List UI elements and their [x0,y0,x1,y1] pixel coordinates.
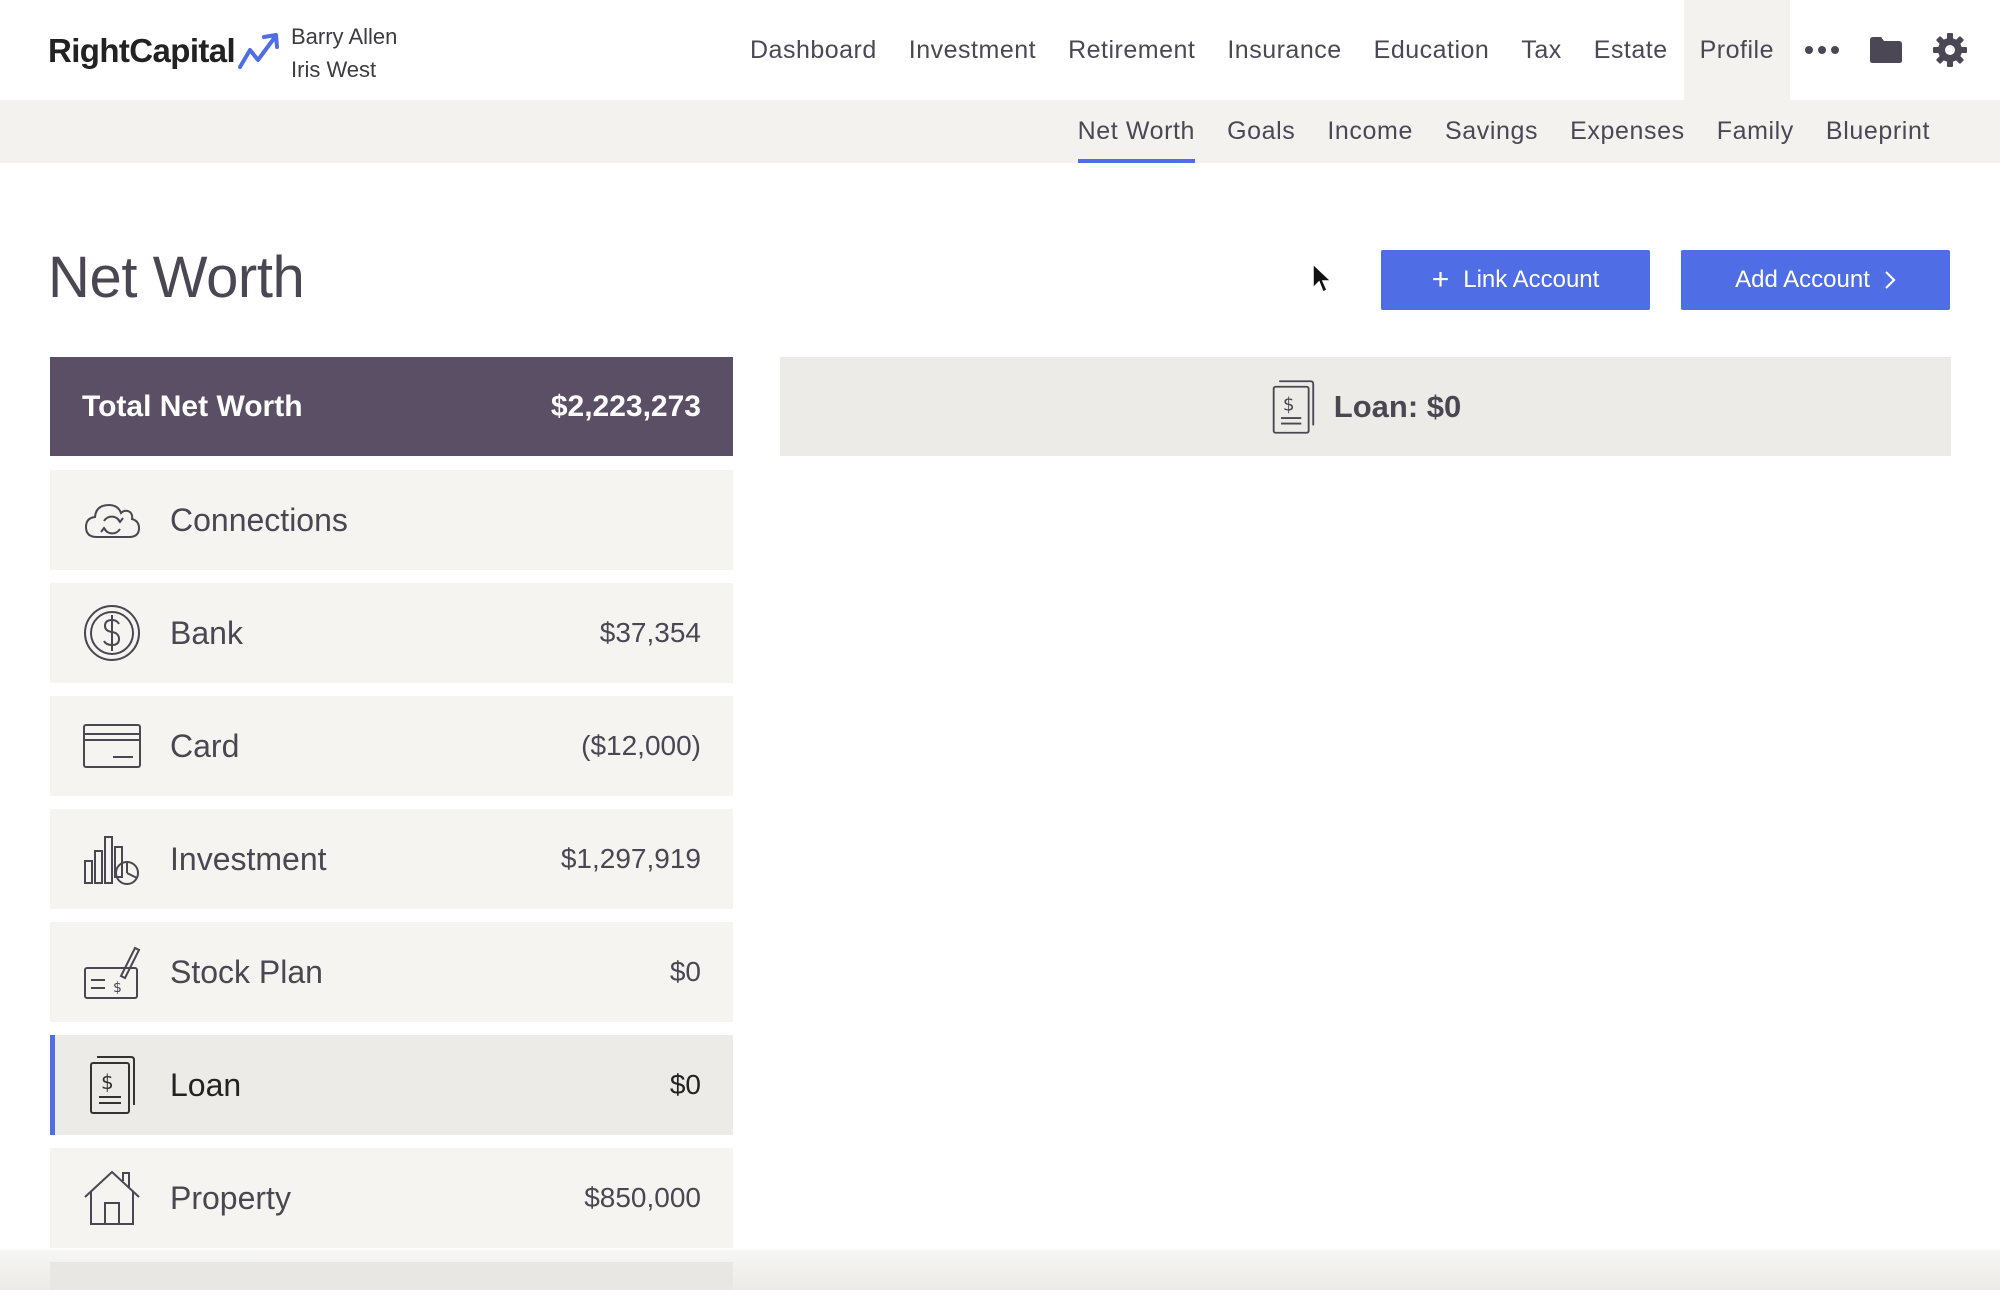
account-name: Card [170,727,240,764]
brand-chart-icon [238,33,280,69]
brand-name: RightCapital [48,32,236,69]
nav-estate[interactable]: Estate [1578,0,1684,100]
cloud-sync-icon [82,490,142,550]
account-row-connections[interactable]: Connections [50,470,733,570]
more-button[interactable] [1790,0,1854,100]
more-icon [1805,46,1839,54]
sub-nav: Net Worth Goals Income Savings Expenses … [0,100,2000,163]
loan-detail-header: $ Loan: $0 [780,357,1951,456]
svg-text:$: $ [113,980,122,996]
nav-dashboard[interactable]: Dashboard [734,0,893,100]
account-name: Loan [170,1066,242,1103]
tab-blueprint[interactable]: Blueprint [1810,100,1946,163]
link-account-button[interactable]: + Link Account [1381,250,1650,310]
app-root: RightCapital Barry Allen Iris West Dashb… [0,0,2000,1290]
nav-investment[interactable]: Investment [893,0,1052,100]
account-name: Connections [170,501,348,538]
account-row-loan[interactable]: $ Loan $0 [50,1035,733,1135]
main-nav: Dashboard Investment Retirement Insuranc… [734,0,2000,100]
account-amount: $0 [669,1069,701,1100]
account-amount: $37,354 [599,617,701,648]
account-name: Property [170,1179,291,1216]
svg-text:$: $ [101,1070,114,1094]
link-account-label: Link Account [1463,266,1600,293]
account-amount: $0 [669,956,701,987]
nav-insurance[interactable]: Insurance [1211,0,1357,100]
account-name: Bank [170,614,243,651]
account-amount: $1,297,919 [560,843,701,874]
total-value: $2,223,273 [550,389,701,423]
credit-card-icon [82,716,142,776]
account-row-stock-plan[interactable]: $ Stock Plan $0 [50,922,733,1022]
plus-icon: + [1431,263,1450,296]
loan-document-icon: $ [1272,379,1314,434]
house-icon [82,1168,142,1228]
account-row-bank[interactable]: Bank $37,354 [50,583,733,683]
nav-retirement[interactable]: Retirement [1052,0,1211,100]
nav-tax[interactable]: Tax [1505,0,1577,100]
gear-icon [1933,33,1967,67]
mouse-cursor-icon [1312,262,1333,294]
account-amount: $850,000 [584,1182,701,1213]
account-row-property[interactable]: Property $850,000 [50,1148,733,1248]
settings-button[interactable] [1918,0,1982,100]
account-row-partial[interactable] [50,1262,733,1290]
account-name: Stock Plan [170,953,323,990]
tab-savings[interactable]: Savings [1429,100,1554,163]
account-name: Investment [170,840,327,877]
top-header: RightCapital Barry Allen Iris West Dashb… [0,0,2000,100]
add-account-button[interactable]: Add Account [1681,250,1950,310]
add-account-label: Add Account [1735,266,1870,293]
bar-pie-chart-icon [82,829,142,889]
total-net-worth: Total Net Worth $2,223,273 [50,357,733,456]
total-label: Total Net Worth [82,389,303,423]
chevron-right-icon [1885,271,1896,289]
loan-detail-title: Loan: $0 [1333,388,1462,424]
tab-net-worth[interactable]: Net Worth [1062,100,1211,163]
tab-goals[interactable]: Goals [1211,100,1311,163]
account-amount: ($12,000) [581,730,701,761]
check-pen-icon: $ [82,942,142,1002]
client-primary: Barry Allen [291,24,398,49]
svg-text:$: $ [1283,394,1295,415]
brand-logo[interactable]: RightCapital [48,28,283,74]
client-names[interactable]: Barry Allen Iris West [291,20,397,86]
account-row-card[interactable]: Card ($12,000) [50,696,733,796]
dollar-coin-icon [82,603,142,663]
tab-income[interactable]: Income [1311,100,1429,163]
client-secondary: Iris West [291,57,377,82]
tab-family[interactable]: Family [1701,100,1810,163]
account-row-investment[interactable]: Investment $1,297,919 [50,809,733,909]
nav-profile[interactable]: Profile [1683,0,1790,100]
nav-education[interactable]: Education [1358,0,1506,100]
documents-button[interactable] [1854,0,1918,100]
page-title: Net Worth [48,245,305,310]
tab-expenses[interactable]: Expenses [1554,100,1701,163]
loan-document-icon: $ [82,1055,142,1115]
folder-icon [1870,37,1902,63]
